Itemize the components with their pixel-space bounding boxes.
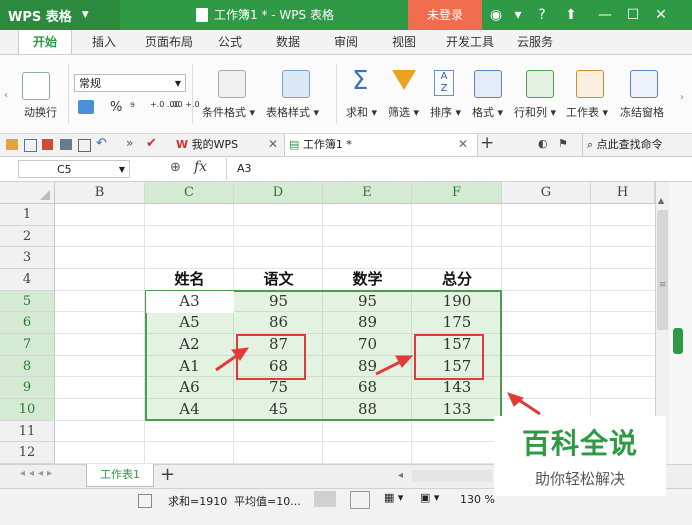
normal-view-icon[interactable] xyxy=(314,491,336,507)
reading-view-icon[interactable]: ▣ ▾ xyxy=(420,491,444,507)
red-arrow-icon xyxy=(507,392,541,416)
page-break-view-icon[interactable]: ▦ ▾ xyxy=(384,491,408,507)
status-average: 平均值=10... xyxy=(234,495,301,508)
red-arrow-icon xyxy=(375,355,414,376)
zoom-level[interactable]: 130 % xyxy=(460,493,495,506)
red-arrow-icon xyxy=(215,347,250,372)
watermark-logo: 百科全说 xyxy=(521,427,638,460)
hscroll-left-icon[interactable]: ◂ xyxy=(398,470,403,481)
page-layout-view-icon[interactable] xyxy=(350,491,370,509)
add-sheet-button[interactable]: + xyxy=(160,464,175,485)
scroll-up-icon[interactable]: ▲ xyxy=(658,196,667,205)
scroll-thumb[interactable] xyxy=(657,210,668,330)
status-sum: 求和=1910 xyxy=(168,495,228,508)
watermark-slogan: 助你轻松解决 xyxy=(534,470,625,488)
scroll-grip-icon: ≡ xyxy=(659,280,667,290)
side-panel-strip xyxy=(669,182,692,464)
status-doc-icon xyxy=(138,494,152,508)
side-panel-toggle[interactable] xyxy=(673,328,683,354)
sheet-tab-1[interactable]: 工作表1 xyxy=(86,464,154,487)
sheet-nav-icon[interactable]: ◂◂◂▸ xyxy=(20,468,56,479)
horizontal-scrollbar[interactable] xyxy=(412,470,492,482)
